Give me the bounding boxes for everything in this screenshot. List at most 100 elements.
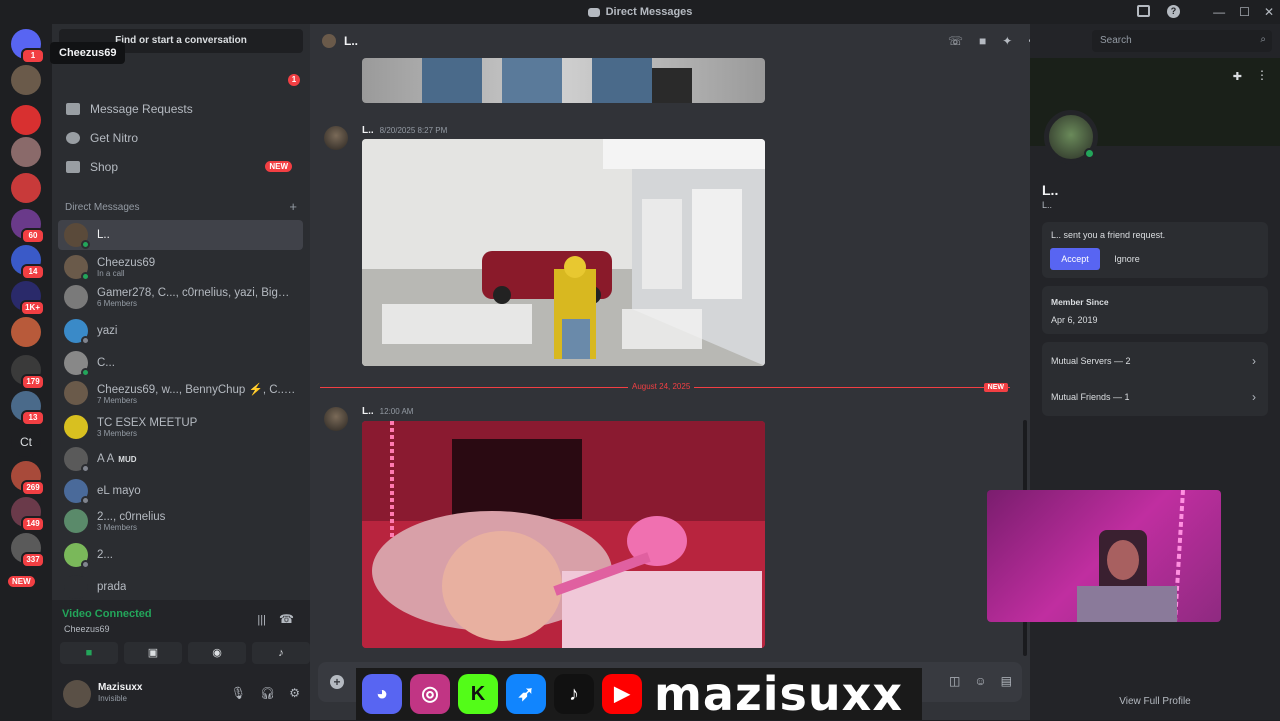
voice-channel: Cheezus69 <box>64 624 110 634</box>
pin-icon[interactable]: ✦ <box>1002 34 1012 48</box>
headphones-icon[interactable]: 🎧︎ <box>260 686 275 700</box>
dm-name: TC ESEX MEETUP <box>97 416 198 429</box>
dm-text: A A MUD <box>97 453 137 465</box>
avatar[interactable] <box>63 680 91 708</box>
maximize-button[interactable]: ☐ <box>1239 5 1250 19</box>
sticker-icon[interactable]: ◫ <box>949 674 960 688</box>
apps-icon[interactable]: ▤ <box>1001 674 1012 688</box>
accept-button[interactable]: Accept <box>1050 248 1100 270</box>
message-image[interactable] <box>362 421 765 648</box>
create-dm-button[interactable]: + <box>289 200 297 213</box>
message-author[interactable]: L.. 12:00 AM <box>362 406 413 417</box>
close-button[interactable]: ✕ <box>1264 5 1274 19</box>
server-icon[interactable]: 13 <box>11 391 45 426</box>
dm-item[interactable]: Cheezus69, w..., BennyChup ⚡, C..., ... 7… <box>58 378 303 408</box>
server-avatar <box>11 317 41 347</box>
server-icon[interactable]: 179 <box>11 355 45 390</box>
dm-item[interactable]: prada <box>58 572 303 602</box>
server-avatar: Ct <box>11 427 41 457</box>
nav-shop[interactable]: Shop NEW <box>58 154 302 180</box>
video-call-icon[interactable]: ■ <box>979 34 986 48</box>
server-icon[interactable] <box>11 173 41 203</box>
add-attachment-icon[interactable]: + <box>330 675 344 689</box>
voice-call-icon[interactable]: ☏ <box>948 34 963 48</box>
disconnect-icon[interactable]: ☎ <box>279 612 294 626</box>
avatar[interactable] <box>324 407 348 431</box>
unread-badge: 1K+ <box>20 300 45 316</box>
server-icon[interactable]: Ct <box>11 427 41 457</box>
dm-name: eL mayo <box>97 485 141 497</box>
server-icon[interactable] <box>11 137 41 167</box>
activity-button[interactable]: ◉ <box>188 642 246 664</box>
author-name: L.. <box>362 406 374 417</box>
dm-name-row: A A MUD <box>97 453 137 465</box>
dm-item[interactable]: yazi <box>58 316 303 346</box>
unread-badge: 60 <box>21 228 45 244</box>
server-icon[interactable]: 1K+ <box>11 281 45 316</box>
message-image[interactable] <box>362 58 765 103</box>
server-icon[interactable]: 14 <box>11 245 45 280</box>
dm-item[interactable]: eL mayo <box>58 476 303 506</box>
server-icon[interactable]: 1 <box>11 29 45 64</box>
unread-badge: 149 <box>21 516 45 532</box>
emoji-icon[interactable]: ☺ <box>974 674 986 688</box>
user-name: Mazisuxx <box>98 682 143 693</box>
dm-text: C... <box>97 357 115 369</box>
dm-item[interactable]: A A MUD <box>58 444 303 474</box>
add-friend-icon[interactable]: ✚ <box>1233 70 1242 83</box>
dm-subtitle: In a call <box>97 268 125 278</box>
dm-item[interactable]: Cheezus69 In a call <box>58 252 303 282</box>
server-tooltip: Cheezus69 <box>50 42 126 64</box>
dm-item[interactable]: 2..., c0rnelius 3 Members <box>58 506 303 536</box>
nav-message-requests[interactable]: Message Requests <box>58 96 302 122</box>
video-pip[interactable] <box>987 490 1221 622</box>
friends-count-badge: 1 <box>288 74 300 86</box>
inbox-icon[interactable] <box>1137 5 1150 17</box>
camera-button[interactable]: ■ <box>60 642 118 664</box>
soundboard-button[interactable]: ♪ <box>252 642 310 664</box>
server-icon[interactable] <box>11 105 41 135</box>
brand-name: mazisuxx <box>654 667 903 721</box>
status-indicator <box>81 336 90 345</box>
member-since-label: Member Since <box>1051 297 1109 307</box>
dm-item[interactable]: Gamer278, C..., c0rnelius, yazi, BigSh..… <box>58 282 303 312</box>
message-author[interactable]: L.. 8/20/2025 8:27 PM <box>362 125 447 136</box>
mutual-servers-label: Mutual Servers — 2 <box>1051 356 1131 366</box>
profile-avatar[interactable] <box>1044 110 1098 164</box>
microphone-icon[interactable]: 🎙︎ <box>231 686 246 700</box>
dm-item[interactable]: L.. <box>58 220 303 250</box>
unread-badge: 179 <box>21 374 45 390</box>
server-icon[interactable]: 337 <box>11 533 45 568</box>
voice-signal-icon[interactable]: ||| <box>257 614 266 626</box>
gear-icon[interactable]: ⚙ <box>289 686 300 700</box>
mutual-friends-row[interactable]: Mutual Friends — 1 › <box>1042 378 1268 414</box>
more-options-icon[interactable]: ⋮ <box>1256 68 1268 82</box>
dm-item[interactable]: 2... <box>58 540 303 570</box>
status-indicator <box>81 464 90 473</box>
ignore-button[interactable]: Ignore <box>1104 248 1150 270</box>
dm-item[interactable]: TC ESEX MEETUP 3 Members <box>58 412 303 442</box>
screen-share-button[interactable]: ▣ <box>124 642 182 664</box>
avatar <box>64 285 88 309</box>
streamer-overlay: ◕ ◎ K ➶ ♪ ▶ mazisuxx <box>356 667 922 721</box>
avatar[interactable] <box>324 126 348 150</box>
server-icon[interactable]: 269 <box>11 461 45 496</box>
mutual-servers-row[interactable]: Mutual Servers — 2 › <box>1042 342 1268 378</box>
message-image[interactable] <box>362 139 765 366</box>
server-icon[interactable]: 149 <box>11 497 45 532</box>
author-name: L.. <box>362 125 374 136</box>
dm-name: A A <box>97 453 115 465</box>
minimize-button[interactable]: — <box>1213 5 1225 19</box>
dm-item[interactable]: C... <box>58 348 303 378</box>
server-icon[interactable] <box>11 317 41 347</box>
unread-badge: 13 <box>21 410 45 426</box>
unread-badge: 337 <box>21 552 45 568</box>
tiktok-icon: ♪ <box>554 674 594 714</box>
search-input[interactable]: Search <box>1092 30 1272 52</box>
help-icon[interactable]: ? <box>1167 5 1180 18</box>
view-full-profile-button[interactable]: View Full Profile <box>1030 696 1280 707</box>
dm-text: Cheezus69, w..., BennyChup ⚡, C..., ... 7… <box>97 382 297 405</box>
nav-get-nitro[interactable]: Get Nitro <box>58 125 302 151</box>
server-icon[interactable] <box>11 65 41 95</box>
server-icon[interactable]: 60 <box>11 209 45 244</box>
